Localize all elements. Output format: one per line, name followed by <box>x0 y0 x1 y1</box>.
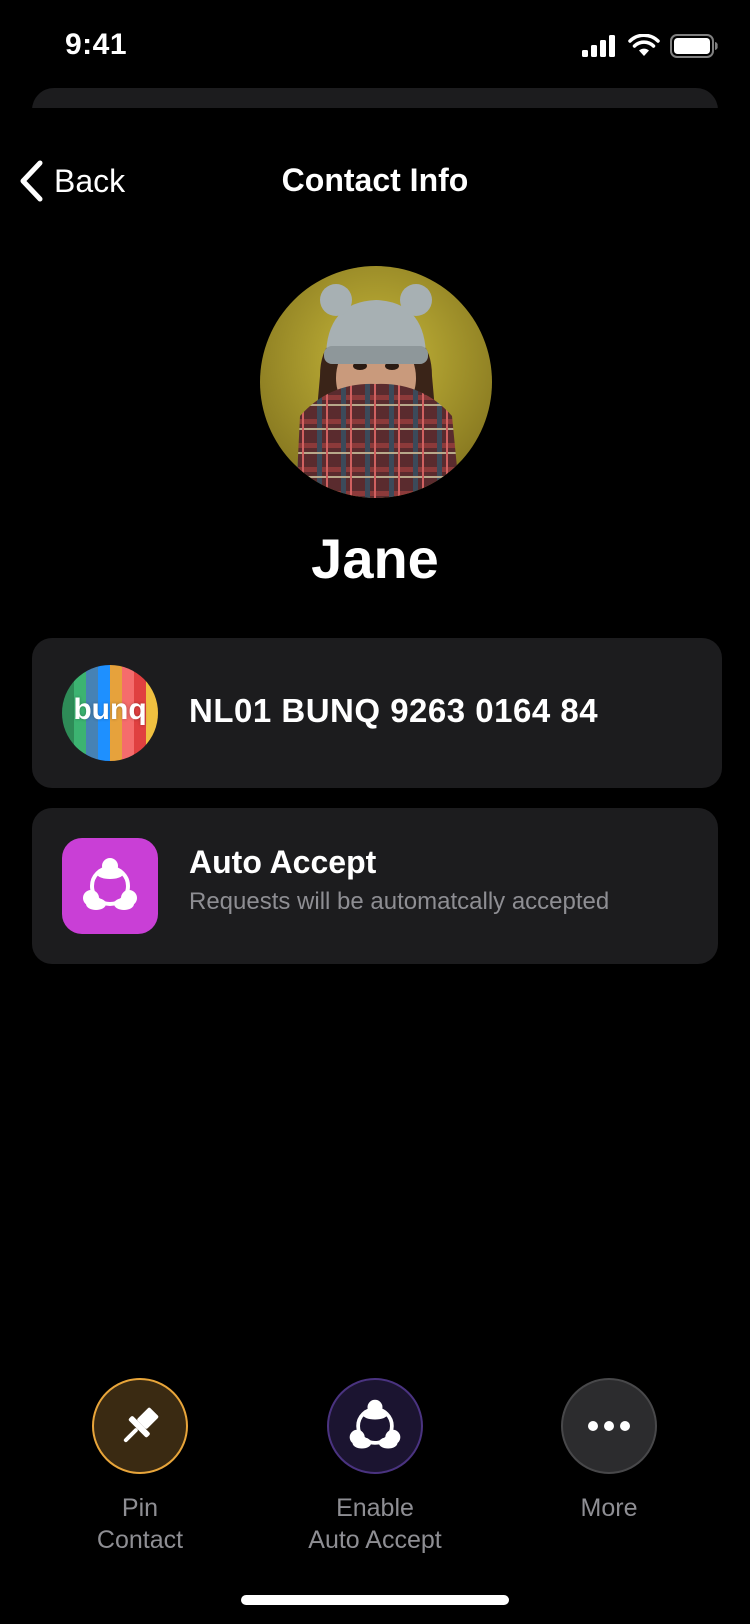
pin-contact-button[interactable]: Pin Contact <box>40 1378 240 1556</box>
home-indicator[interactable] <box>241 1595 509 1605</box>
status-time: 9:41 <box>65 28 128 61</box>
auto-accept-action-icon <box>327 1378 423 1474</box>
pin-icon <box>92 1378 188 1474</box>
iban-number: NL01 BUNQ 9263 0164 84 <box>189 692 599 729</box>
page-title: Contact Info <box>281 162 469 198</box>
pin-contact-label: Pin Contact <box>96 1494 184 1554</box>
contact-name: Jane <box>311 527 439 590</box>
avatar[interactable] <box>260 266 492 498</box>
enable-auto-accept-button[interactable]: Enable Auto Accept <box>275 1378 475 1556</box>
iban-card[interactable]: bunq NL01 BUNQ 9263 0164 84 <box>32 638 722 788</box>
auto-accept-card[interactable]: Auto Accept Requests will be automatcall… <box>32 808 718 964</box>
wifi-icon <box>628 34 660 56</box>
bunq-logo-text: bunq <box>73 693 147 726</box>
sheet-mask <box>0 108 750 148</box>
more-button[interactable]: More <box>509 1378 709 1524</box>
nav-bar: Back Contact Info <box>0 148 750 218</box>
bunq-logo: bunq <box>62 665 158 761</box>
more-label: More <box>580 1494 638 1522</box>
status-icons <box>582 34 718 58</box>
more-icon <box>561 1378 657 1474</box>
auto-accept-title: Auto Accept <box>189 844 377 880</box>
auto-accept-icon <box>62 838 158 934</box>
cellular-signal-icon <box>582 35 615 57</box>
avatar-photo <box>260 266 492 498</box>
battery-icon <box>670 34 718 58</box>
status-bar: 9:41 <box>0 0 750 92</box>
enable-auto-accept-label: Enable Auto Accept <box>308 1494 442 1554</box>
auto-accept-subtitle: Requests will be automatcally accepted <box>189 888 610 915</box>
